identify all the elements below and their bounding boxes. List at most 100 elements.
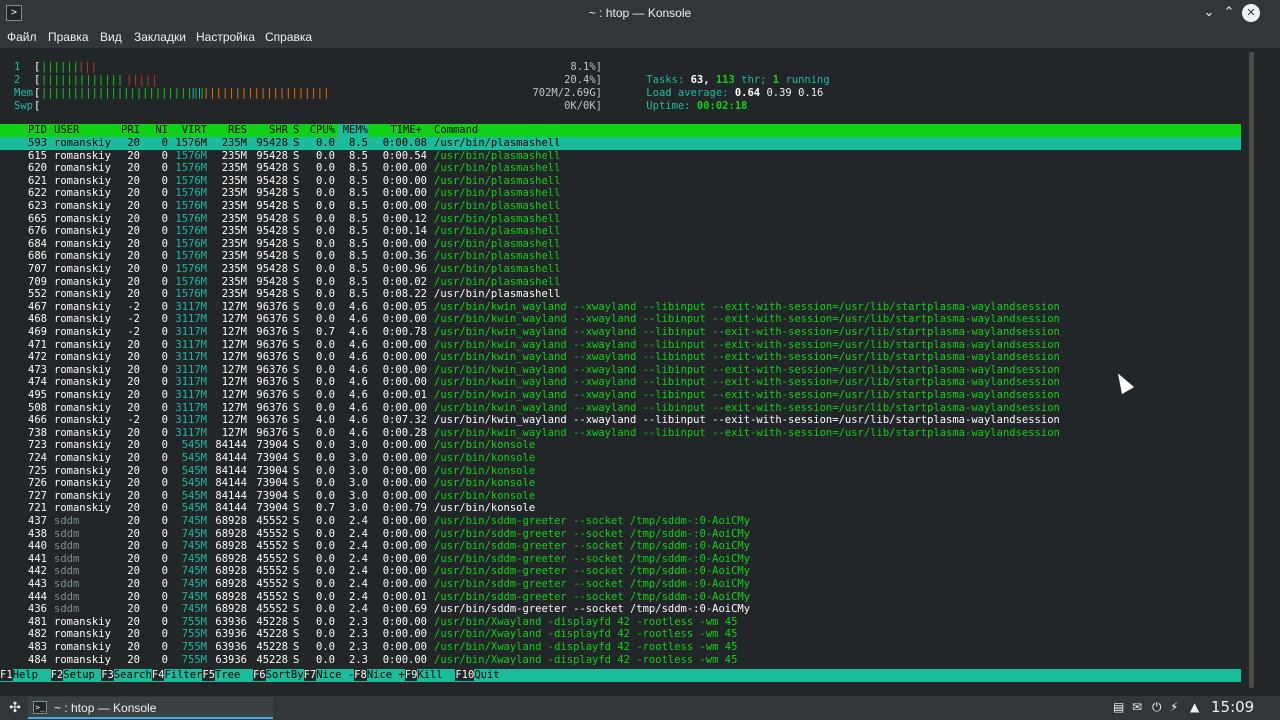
menu-edit[interactable]: Правка <box>48 30 89 44</box>
col-user[interactable]: USER <box>54 124 79 137</box>
cell-shr: 96376 <box>256 363 288 376</box>
cell-virt: 755M <box>181 641 207 653</box>
cell-res: 127M <box>221 351 247 364</box>
menu-bookmarks[interactable]: Закладки <box>134 30 186 44</box>
scrollbar-track[interactable] <box>1249 52 1254 688</box>
col-state[interactable]: S <box>293 124 299 137</box>
cell-ni: 0 <box>161 376 168 389</box>
fkey-f3[interactable]: F3 <box>101 669 114 681</box>
process-table-header: PID USER PRI NI VIRT RES SHR S CPU% MEM%… <box>0 124 1241 137</box>
terminal-view[interactable]: 1 [ |||||| ||| 8.1%] 2 [ ||||||||||||| |… <box>0 48 1244 692</box>
cell-command: /usr/bin/plasmashell <box>434 162 561 175</box>
fkey-label[interactable]: Tree <box>215 669 253 681</box>
fkey-label[interactable]: Help <box>13 669 51 681</box>
cell-ni: 0 <box>161 502 168 515</box>
cell-pid: 481 <box>28 615 47 628</box>
col-res[interactable]: RES <box>210 124 247 137</box>
cell-time: 0:00.00 <box>382 401 427 414</box>
taskbar-item-konsole[interactable]: >_ ~ : htop — Konsole <box>28 697 273 719</box>
cell-virt: 1576M <box>175 162 207 175</box>
cell-command: /usr/bin/sddm-greeter --socket /tmp/sddm… <box>434 540 751 553</box>
fkey-f1[interactable]: F1 <box>0 669 13 681</box>
col-shr[interactable]: SHR <box>248 124 288 137</box>
fkey-label[interactable]: Filter <box>164 669 202 681</box>
power-icon[interactable]: ⚡ <box>1170 700 1178 714</box>
fkey-label[interactable]: SortBy <box>266 669 304 681</box>
fkey-label[interactable]: Search <box>114 669 152 681</box>
fkey-label[interactable]: Setup <box>63 669 101 681</box>
cell-command: /usr/bin/plasmashell <box>434 212 561 225</box>
cell-virt: 3117M <box>175 376 207 389</box>
cell-mem: 8.5 <box>349 275 368 288</box>
cell-res: 235M <box>221 237 247 250</box>
cell-virt: 1576M <box>175 200 207 212</box>
col-cpu[interactable]: CPU% <box>303 124 335 137</box>
fkey-f8[interactable]: F8 <box>354 669 367 681</box>
cell-shr: 95428 <box>256 225 288 238</box>
cell-user: romanskiy <box>54 275 111 288</box>
cell-time: 0:00.02 <box>382 275 427 288</box>
fkey-f6[interactable]: F6 <box>252 669 266 681</box>
fkey-f2[interactable]: F2 <box>50 669 64 681</box>
app-launcher-icon[interactable]: ✣ <box>6 699 24 717</box>
cell-ni: 0 <box>161 263 168 275</box>
expand-tray-icon[interactable]: ▲ <box>1190 700 1199 714</box>
menu-help[interactable]: Справка <box>265 30 312 44</box>
cell-pri: 20 <box>127 225 140 238</box>
cell-user: romanskiy <box>54 300 111 313</box>
minimize-icon[interactable]: ⌄ <box>1200 4 1218 22</box>
notifications-icon[interactable]: ✉ <box>1132 700 1142 714</box>
fkey-f9[interactable]: F9 <box>404 669 418 681</box>
col-command[interactable]: Command <box>434 124 478 137</box>
col-pri[interactable]: PRI <box>112 124 140 137</box>
close-icon[interactable]: ✕ <box>1242 4 1260 22</box>
cell-cpu: 0.0 <box>316 263 335 275</box>
cell-res: 235M <box>221 225 247 238</box>
cell-state: S <box>293 489 300 502</box>
cell-cpu: 0.0 <box>316 628 335 641</box>
device-notifier-icon[interactable]: ⏻ <box>1152 700 1162 715</box>
fkey-label[interactable]: Nice - <box>316 669 354 681</box>
fkey-f4[interactable]: F4 <box>151 669 165 681</box>
menu-settings[interactable]: Настройка <box>196 30 255 44</box>
col-time[interactable]: TIME+ <box>375 124 422 137</box>
cell-shr: 96376 <box>256 389 288 401</box>
fkey-label[interactable]: Kill <box>417 669 455 681</box>
cell-res: 63936 <box>215 653 247 666</box>
fkey-label[interactable]: Nice + <box>367 669 405 681</box>
uptime: Uptime: 00:02:18 <box>621 87 747 112</box>
terminal-scrollbar[interactable] <box>1244 48 1280 692</box>
cell-user: romanskiy <box>54 351 111 364</box>
window-titlebar[interactable]: > ~ : htop — Konsole ⌄ ⌃ ✕ <box>0 0 1280 26</box>
fkey-f7[interactable]: F7 <box>303 669 317 681</box>
menu-file[interactable]: Файл <box>7 30 37 44</box>
cell-state: S <box>293 212 300 225</box>
cell-user: romanskiy <box>54 376 111 389</box>
col-virt[interactable]: VIRT <box>170 124 207 137</box>
fkey-label[interactable]: Quit <box>474 669 512 681</box>
col-pid[interactable]: PID <box>14 124 47 137</box>
menu-view[interactable]: Вид <box>100 30 122 44</box>
col-mem-sorted[interactable]: MEM% <box>338 124 368 137</box>
cell-time: 0:00.01 <box>382 389 427 401</box>
cell-res: 127M <box>221 326 247 338</box>
maximize-icon[interactable]: ⌃ <box>1220 4 1238 22</box>
fkey-f5[interactable]: F5 <box>202 669 216 681</box>
clipboard-icon[interactable]: ▤ <box>1113 700 1124 714</box>
cell-shr: 45228 <box>256 653 288 666</box>
col-ni[interactable]: NI <box>148 124 168 137</box>
cell-cpu: 0.0 <box>316 250 335 263</box>
clock[interactable]: 15:09 <box>1211 698 1254 716</box>
meter-bracket: [ <box>34 100 41 112</box>
cell-time: 0:00.00 <box>382 653 427 666</box>
cell-virt: 3117M <box>175 363 207 376</box>
cell-cpu: 0.0 <box>316 477 335 490</box>
cell-pid: 623 <box>28 200 47 212</box>
cell-command: /usr/bin/Xwayland -displayfd 42 -rootles… <box>434 641 738 653</box>
fkey-f10[interactable]: F10 <box>455 669 475 681</box>
load-5min: 0.39 <box>766 86 792 99</box>
cell-state: S <box>293 187 300 200</box>
cell-shr: 96376 <box>256 313 288 326</box>
process-row[interactable]: 593 romanskiy 20 0 1576M 235M 95428 S 0.0 8.5 0:00… <box>0 137 1241 150</box>
cell-user: romanskiy <box>54 452 111 464</box>
